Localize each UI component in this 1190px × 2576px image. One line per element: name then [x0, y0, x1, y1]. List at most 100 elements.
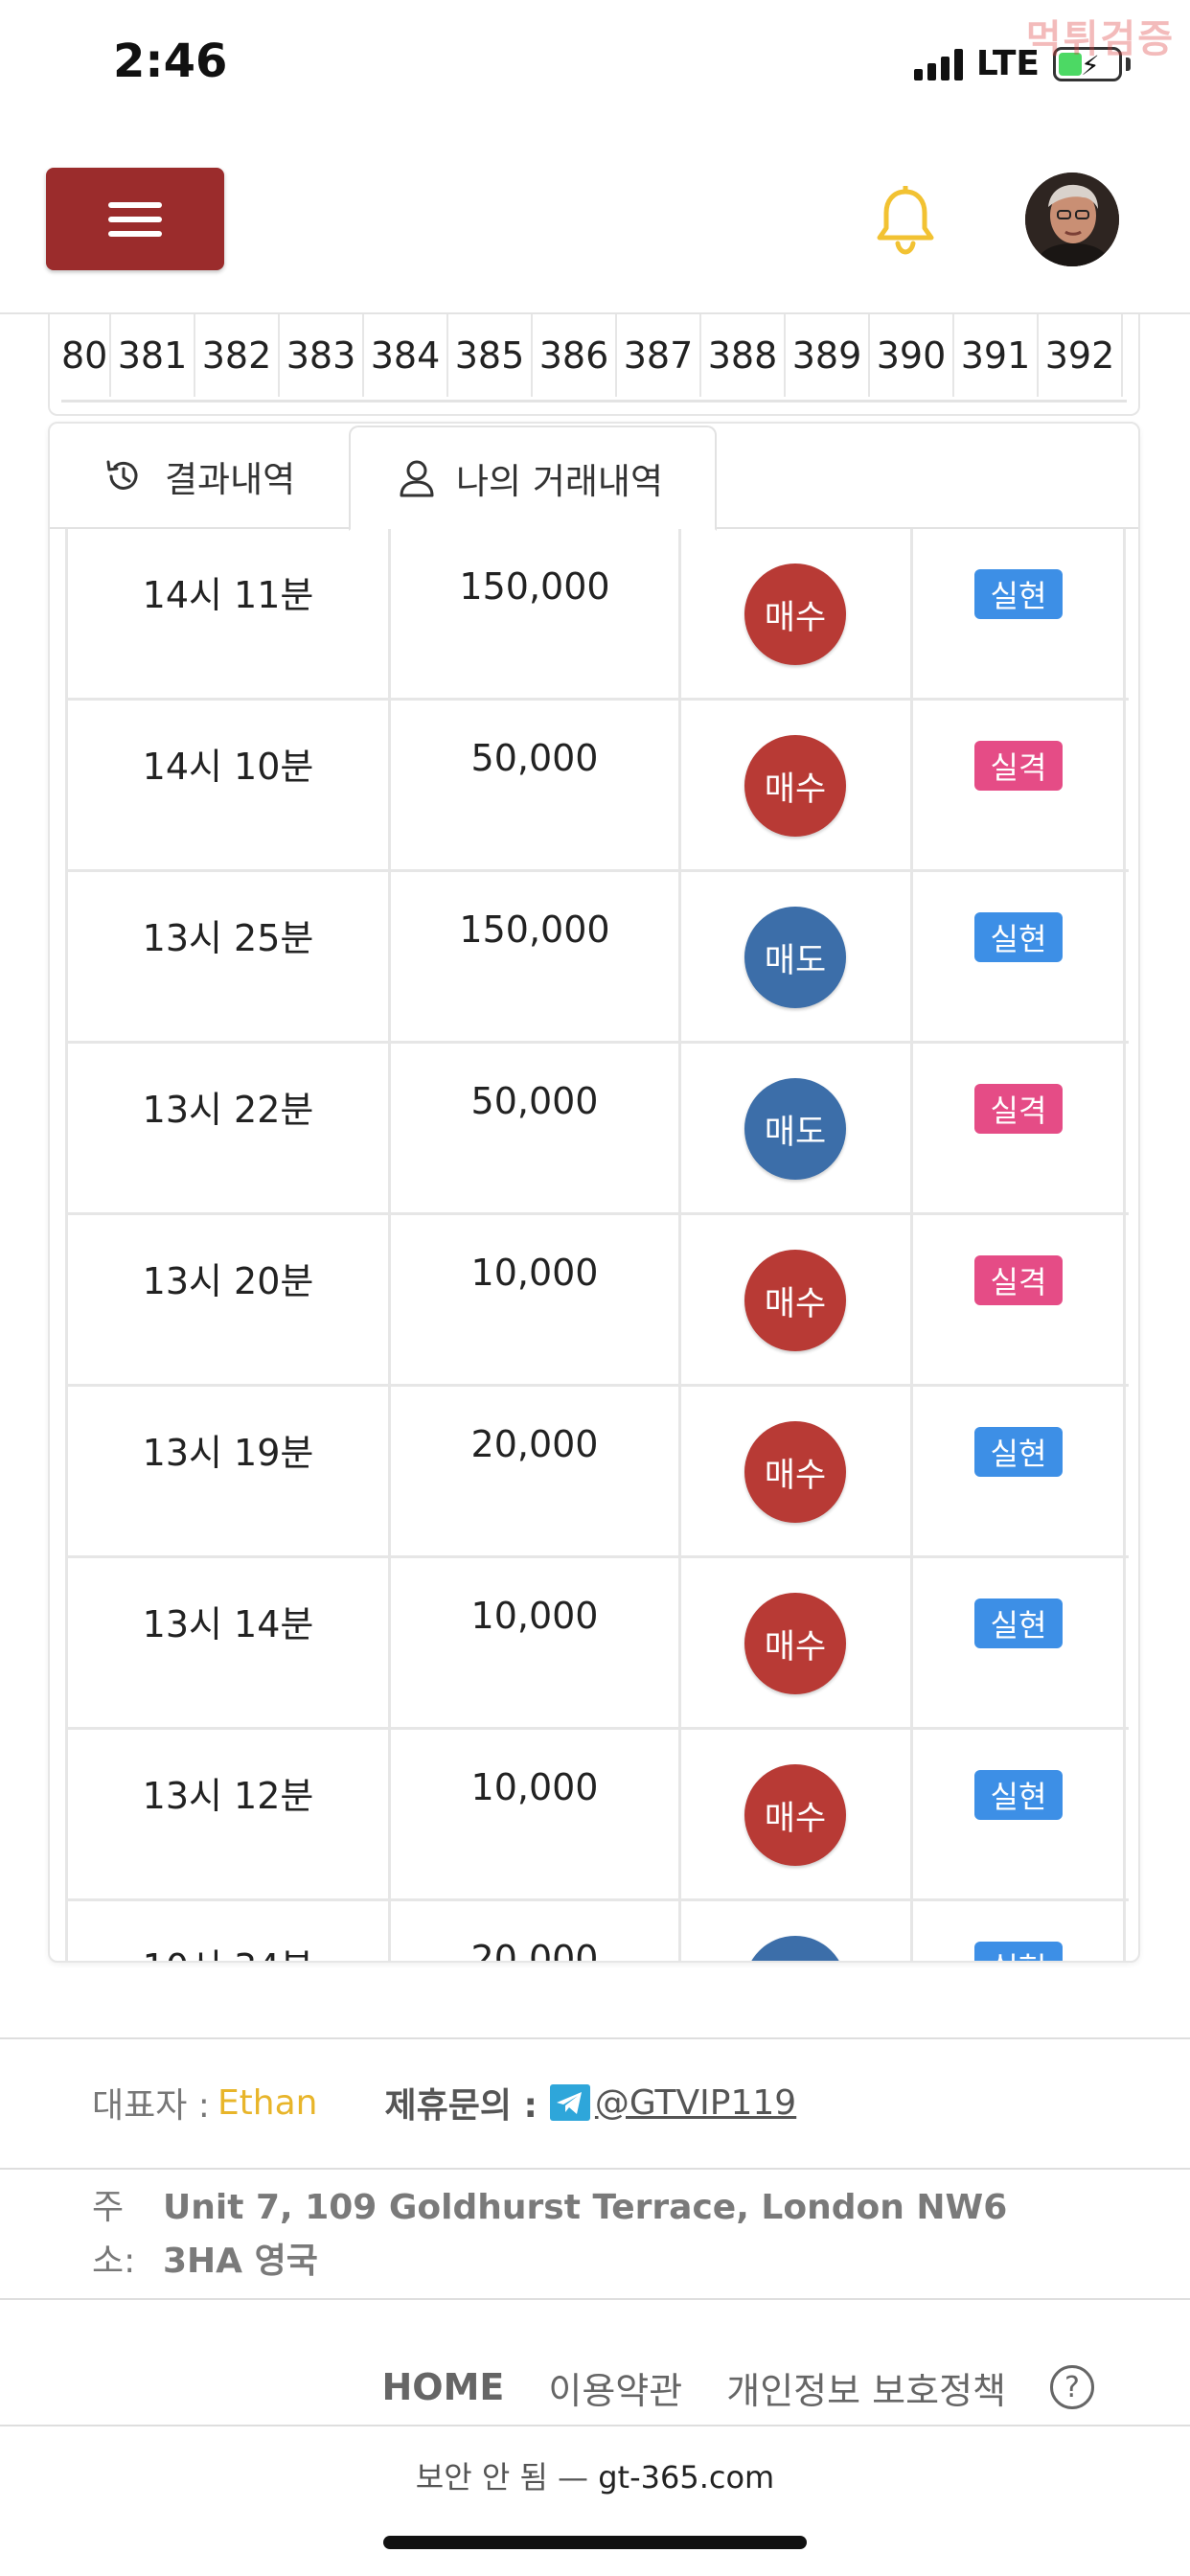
contact-link[interactable]: @GTVIP119 [595, 2083, 796, 2123]
result-badge: 실현 [974, 1427, 1063, 1477]
type-cell: 매수 [681, 701, 913, 869]
number-cell[interactable]: 388 [701, 314, 786, 397]
amount-cell: 20,000 [391, 1901, 681, 1961]
footer-nav: HOME 이용약관 개인정보 보호정책 ? [0, 2325, 1190, 2450]
amount-cell: 10,000 [391, 1215, 681, 1384]
address-text: Unit 7, 109 Goldhurst Terrace, London NW… [163, 2188, 1008, 2281]
trade-time: 13시 19분 [142, 1432, 314, 1474]
trade-amount: 150,000 [459, 908, 610, 951]
result-cell: 실현 [913, 1901, 1126, 1961]
table-row: 13시 12분 10,000 매수 실현 [65, 1730, 1129, 1901]
time-cell: 13시 12분 [65, 1730, 391, 1898]
browser-address-bar[interactable]: 보안 안 됨 — gt-365.com [0, 2453, 1190, 2497]
number-cell[interactable]: 80 [61, 314, 111, 397]
number-cell[interactable]: 387 [617, 314, 701, 397]
trade-time: 13시 22분 [142, 1089, 314, 1131]
result-cell: 실격 [913, 1044, 1126, 1212]
number-cell[interactable]: 383 [280, 314, 364, 397]
result-cell: 실현 [913, 872, 1126, 1041]
tab-results[interactable]: 결과내역 [103, 424, 391, 529]
divider [0, 2168, 1190, 2170]
type-cell: 매수 [681, 1558, 913, 1727]
trade-amount: 150,000 [459, 565, 610, 608]
number-cell[interactable]: 389 [786, 314, 870, 397]
trade-type-badge: 매도 [744, 907, 846, 1008]
result-cell: 실격 [913, 1215, 1126, 1384]
tab-bar: 결과내역 나의 거래내역 [50, 424, 1138, 531]
representative-name: Ethan [217, 2082, 318, 2123]
terms-link[interactable]: 이용약관 [548, 2361, 682, 2414]
result-cell: 실현 [913, 1387, 1126, 1555]
amount-cell: 150,000 [391, 529, 681, 698]
number-cell[interactable]: 392 [1039, 314, 1123, 397]
history-icon [106, 460, 138, 490]
trade-time: 13시 25분 [142, 917, 314, 959]
trade-time: 13시 12분 [142, 1775, 314, 1817]
number-strip: 80 381 382 383 384 385 386 387 388 389 3… [48, 314, 1140, 416]
tab-results-label: 결과내역 [165, 459, 296, 500]
amount-cell: 10,000 [391, 1558, 681, 1727]
amount-cell: 10,000 [391, 1730, 681, 1898]
watermark-logo: 먹튀검증 [1025, 17, 1175, 61]
number-cell[interactable]: 385 [448, 314, 533, 397]
trade-type-badge: 매도 [744, 1078, 846, 1180]
table-row: 13시 19분 20,000 매수 실현 [65, 1387, 1129, 1558]
result-badge: 실현 [974, 569, 1063, 619]
result-cell: 실현 [913, 1730, 1126, 1898]
type-cell: 매수 [681, 1730, 913, 1898]
table-row: 13시 20분 10,000 매수 실격 [65, 1215, 1129, 1387]
amount-cell: 150,000 [391, 872, 681, 1041]
trade-type-badge: 매도 [744, 1936, 846, 1961]
time-cell: 14시 11분 [65, 529, 391, 698]
result-cell: 실현 [913, 1558, 1126, 1727]
representative-label: 대표자 : [92, 2086, 210, 2126]
privacy-link[interactable]: 개인정보 보호정책 [726, 2361, 1006, 2414]
amount-cell: 50,000 [391, 1044, 681, 1212]
type-cell: 매수 [681, 1215, 913, 1384]
signal-icon [913, 48, 963, 80]
trade-time: 14시 10분 [142, 746, 314, 788]
type-cell: 매도 [681, 1901, 913, 1961]
result-badge: 실현 [974, 1598, 1063, 1648]
table-row: 10시 34분 20,000 매도 실현 [65, 1901, 1129, 1961]
trade-time: 13시 14분 [142, 1603, 314, 1645]
trade-time: 13시 20분 [142, 1260, 314, 1302]
result-badge: 실격 [974, 1084, 1063, 1134]
number-cell[interactable]: 381 [111, 314, 195, 397]
app-header [0, 134, 1190, 314]
result-badge: 실현 [974, 1942, 1063, 1961]
type-cell: 매수 [681, 1387, 913, 1555]
contact-label: 제휴문의 : [384, 2086, 538, 2126]
number-cell[interactable]: 391 [954, 314, 1039, 397]
avatar[interactable] [1025, 172, 1119, 266]
trade-type-badge: 매수 [744, 1421, 846, 1523]
history-panel: 결과내역 나의 거래내역 14시 11분 150,000 매수 실현 14시 10분 50… [48, 422, 1140, 1963]
time-cell: 14시 10분 [65, 701, 391, 869]
result-cell: 실현 [913, 529, 1126, 698]
bell-icon[interactable] [874, 186, 937, 255]
help-icon[interactable]: ? [1050, 2365, 1094, 2409]
divider [0, 2298, 1190, 2300]
number-cell[interactable]: 382 [195, 314, 280, 397]
security-warning: 보안 안 됨 — [415, 2459, 589, 2496]
table-row: 14시 10분 50,000 매수 실격 [65, 701, 1129, 872]
home-link[interactable]: HOME [382, 2366, 505, 2408]
trade-amount: 20,000 [470, 1423, 599, 1465]
time-cell: 13시 14분 [65, 1558, 391, 1727]
table-row: 13시 14분 10,000 매수 실현 [65, 1558, 1129, 1730]
number-cell[interactable]: 384 [364, 314, 448, 397]
trade-type-badge: 매수 [744, 1764, 846, 1866]
home-indicator[interactable] [383, 2536, 807, 2549]
divider [0, 2425, 1190, 2426]
number-cell[interactable]: 390 [870, 314, 954, 397]
type-cell: 매수 [681, 529, 913, 698]
trade-amount: 10,000 [470, 1766, 599, 1808]
address-label: 주소: [92, 2188, 136, 2281]
domain-label: gt-365.com [598, 2459, 775, 2496]
table-row: 14시 11분 150,000 매수 실현 [65, 529, 1129, 701]
menu-button[interactable] [46, 168, 224, 270]
result-badge: 실격 [974, 1255, 1063, 1305]
tab-my-trades[interactable]: 나의 거래내역 [349, 426, 717, 531]
number-row: 80 381 382 383 384 385 386 387 388 389 3… [61, 314, 1127, 402]
number-cell[interactable]: 386 [533, 314, 617, 397]
